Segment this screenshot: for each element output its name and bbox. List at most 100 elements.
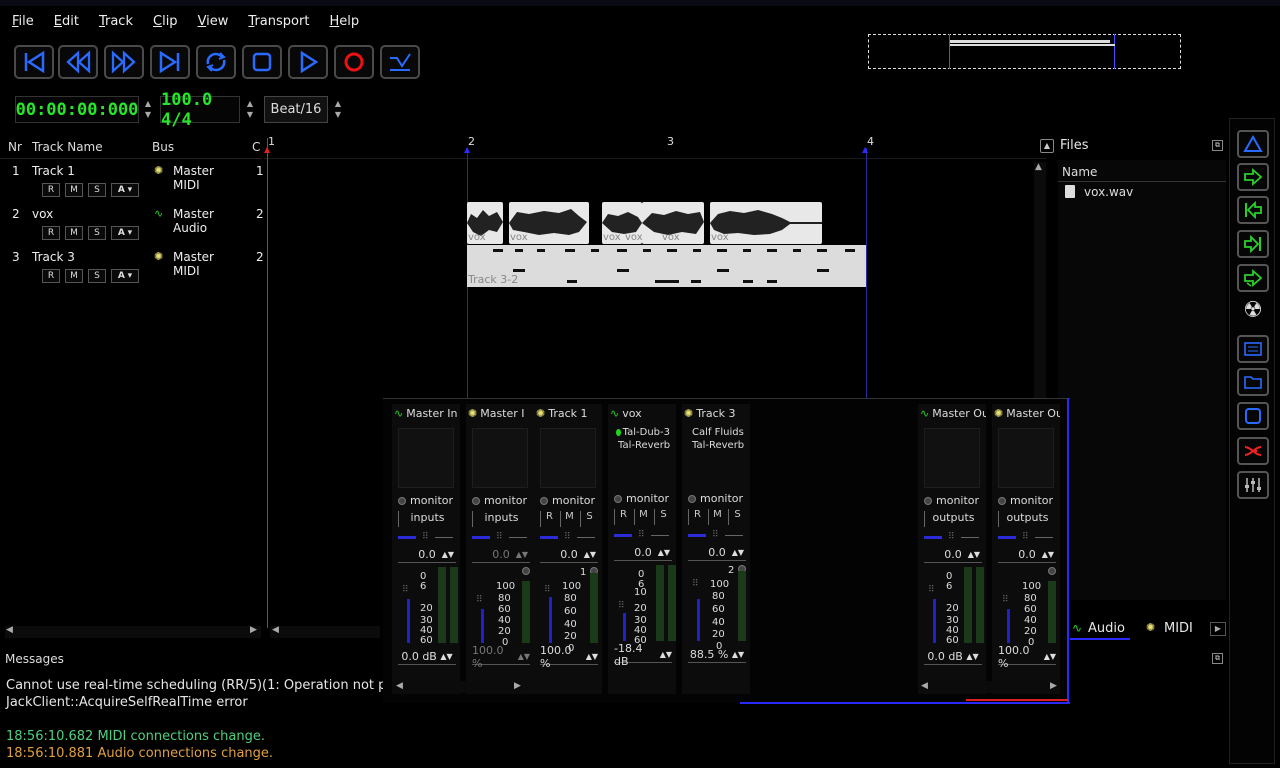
plugin-item[interactable]: Tal-Dub-3: [614, 426, 670, 439]
track-row[interactable]: 2 vox ∿ Master Audio 2 R M S A ▾: [0, 206, 264, 248]
time-display[interactable]: 00:00:00:000: [15, 96, 139, 123]
track-channel[interactable]: 1: [256, 164, 264, 178]
plugin-item[interactable]: Tal-Reverb-: [688, 439, 744, 452]
messages-panel[interactable]: Cannot use real-time scheduling (RR/5)(1…: [0, 670, 383, 768]
volume-value[interactable]: 0.0 ▲▼: [998, 547, 1056, 563]
mute-button[interactable]: M: [65, 269, 83, 283]
meter-area[interactable]: 0 6 10 20 30 40 60 ⠿: [614, 565, 676, 646]
scroll-right-icon[interactable]: ▶: [1050, 681, 1057, 691]
inputs-button[interactable]: inputs: [472, 511, 530, 527]
track-channel[interactable]: 2: [256, 250, 264, 264]
pan-row[interactable]: ⠿: [540, 532, 598, 542]
play-button[interactable]: [288, 45, 328, 79]
solo-button[interactable]: S: [88, 226, 106, 240]
outputs-button[interactable]: outputs: [924, 511, 982, 527]
solo-button[interactable]: S: [654, 509, 672, 525]
plugin-slot-area[interactable]: [924, 428, 980, 488]
audio-clip[interactable]: vox: [710, 202, 822, 244]
volume-value[interactable]: 0.0 ▲▼: [472, 547, 530, 563]
fader-handle-icon[interactable]: ⠿: [618, 601, 625, 611]
plugin-slot-area[interactable]: [398, 428, 454, 488]
meter-area[interactable]: 1 100 80 60 40 20 0 ⠿: [540, 567, 598, 654]
solo-button[interactable]: S: [728, 509, 746, 525]
strip-header[interactable]: ∿ vox: [608, 404, 676, 422]
mixer-input-scrollbar[interactable]: [394, 681, 522, 693]
scroll-left-icon[interactable]: ◀: [6, 625, 13, 635]
strip-header[interactable]: ✺ Master Ou: [992, 404, 1060, 422]
header-track-name[interactable]: Track Name: [32, 140, 103, 154]
meter-area[interactable]: 2 100 80 60 40 20 0 ⠿: [688, 565, 746, 652]
monitor-toggle[interactable]: [924, 496, 932, 505]
monitor-toggle[interactable]: [472, 496, 480, 505]
monitor-toggle[interactable]: [998, 496, 1006, 505]
route-button[interactable]: [1237, 264, 1269, 292]
plugin-item[interactable]: Tal-Reverb-: [614, 439, 670, 452]
automation-button[interactable]: A ▾: [111, 183, 139, 197]
tab-audio[interactable]: Audio: [1088, 621, 1125, 636]
gain-value[interactable]: 0.0 dB ▲▼: [398, 649, 456, 665]
volume-value[interactable]: 0.0 ▲▼: [688, 545, 746, 561]
pan-row[interactable]: ⠿: [688, 530, 746, 540]
strip-header[interactable]: ✺ Track 1: [534, 404, 602, 422]
menu-edit[interactable]: Edit: [42, 14, 87, 29]
mute-button[interactable]: M: [65, 226, 83, 240]
fader-handle-icon[interactable]: ⠿: [402, 585, 409, 595]
rewind-button[interactable]: [58, 45, 98, 79]
mute-button[interactable]: M: [634, 509, 652, 525]
monitor-toggle[interactable]: [540, 496, 548, 505]
scroll-left-icon[interactable]: ◀: [921, 681, 928, 691]
plugin-slot-area[interactable]: Tal-Dub-3 Tal-Reverb-: [614, 426, 670, 486]
snap-selector[interactable]: Beat/16: [264, 96, 328, 123]
monitor-toggle[interactable]: [688, 494, 696, 503]
volume-value[interactable]: 0.0 ▲▼: [924, 547, 982, 563]
track-channel[interactable]: 2: [256, 207, 264, 221]
alien-face-icon[interactable]: ☢: [1240, 298, 1266, 324]
arranger-v-scrollbar[interactable]: [1034, 162, 1046, 402]
plugin-item[interactable]: Calf Fluidsy: [688, 426, 744, 439]
fader-handle-icon[interactable]: ⠿: [928, 585, 935, 595]
menu-view[interactable]: View: [186, 14, 237, 29]
pan-row[interactable]: ⠿: [998, 532, 1056, 542]
mixer-output-scrollbar[interactable]: [920, 681, 1060, 693]
move-up-button[interactable]: [1237, 130, 1269, 158]
plugin-slot-area[interactable]: [540, 428, 596, 488]
tempo-display[interactable]: 100.0 4/4: [160, 90, 240, 130]
track-row[interactable]: 1 Track 1 ✺ Master MIDI 1 R M S A ▾: [0, 163, 264, 205]
record-arm-button[interactable]: R: [42, 226, 60, 240]
midi-clip[interactable]: Track 3-2: [467, 245, 866, 287]
undock-icon[interactable]: ⧉: [1212, 653, 1223, 664]
track-row[interactable]: 3 Track 3 ✺ Master MIDI 2 R M S A ▾: [0, 249, 264, 291]
tab-scroll-right-icon[interactable]: ▶: [1210, 622, 1226, 636]
window-button[interactable]: [1237, 402, 1269, 430]
to-end-button[interactable]: [150, 45, 190, 79]
tracklist-scrollbar[interactable]: [5, 626, 261, 638]
scroll-up-icon[interactable]: ▲: [1035, 162, 1042, 172]
meter-area[interactable]: 100 80 60 40 20 0 ⠿: [998, 567, 1056, 648]
menu-transport[interactable]: Transport: [236, 14, 317, 29]
pan-row[interactable]: ⠿: [924, 532, 982, 542]
record-arm-button[interactable]: R: [42, 269, 60, 283]
gain-value[interactable]: 100.0 % ▲▼: [472, 644, 530, 670]
clip-list-button[interactable]: [1237, 335, 1269, 363]
automation-button[interactable]: A ▾: [111, 226, 139, 240]
meter-area[interactable]: 0 6 20 30 40 60 ⠿: [398, 567, 458, 647]
channel-knob[interactable]: [522, 567, 530, 575]
undock-icon[interactable]: ⧉: [1212, 140, 1223, 151]
strip-header[interactable]: ✺ Track 3: [682, 404, 750, 422]
time-spinner[interactable]: ▲ ▼: [144, 98, 152, 122]
monitor-toggle[interactable]: [614, 494, 622, 503]
audio-clip[interactable]: vox: [642, 202, 704, 244]
mute-button[interactable]: M: [560, 511, 578, 527]
tab-midi[interactable]: MIDI: [1164, 621, 1193, 636]
gain-value[interactable]: -18.4 dB ▲▼: [614, 642, 672, 668]
audio-clip[interactable]: vox: [467, 202, 503, 244]
connections-button[interactable]: [1237, 437, 1269, 465]
strip-header[interactable]: ✺ Master I: [466, 404, 534, 422]
stop-button[interactable]: [242, 45, 282, 79]
gain-value[interactable]: 100.0 % ▲▼: [998, 644, 1056, 670]
monitor-toggle[interactable]: [398, 496, 406, 505]
header-bus[interactable]: Bus: [152, 140, 174, 154]
record-arm-button[interactable]: R: [688, 509, 706, 525]
volume-value[interactable]: 0.0 ▲▼: [540, 547, 598, 563]
solo-button[interactable]: S: [88, 183, 106, 197]
